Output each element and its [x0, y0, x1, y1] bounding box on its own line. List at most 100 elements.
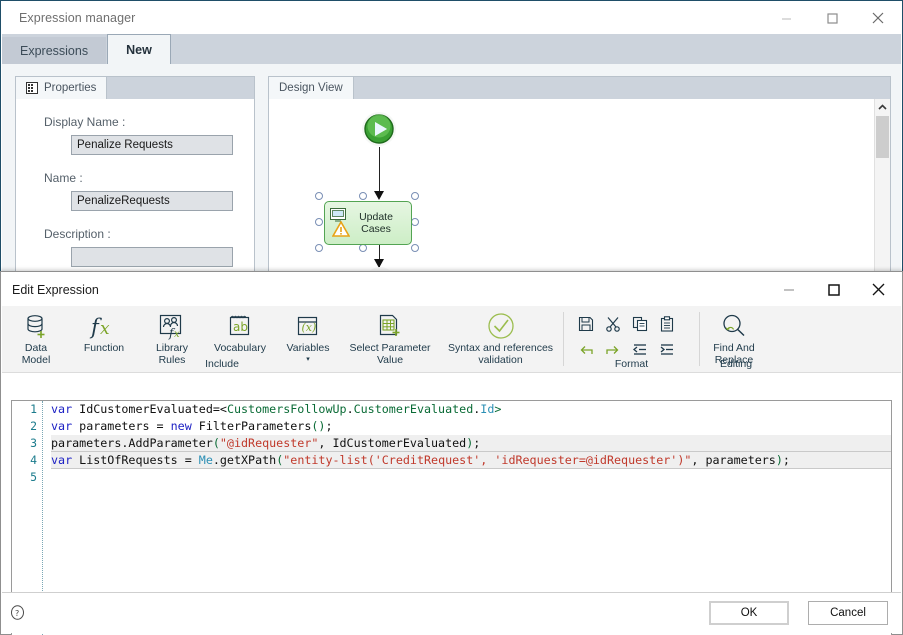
workflow-node-update-cases[interactable]: Update Cases: [324, 201, 412, 245]
ok-button[interactable]: OK: [709, 601, 789, 625]
code-token: Id: [480, 402, 495, 416]
ribbon-button-function[interactable]: f x Function: [70, 306, 138, 372]
tab-design-view[interactable]: Design View: [269, 77, 354, 99]
undo-icon[interactable]: [578, 342, 594, 358]
handle-ml[interactable]: [315, 218, 323, 226]
code-token: .getXPath: [212, 453, 277, 467]
dialog-window-controls: [766, 273, 901, 306]
chevron-down-icon[interactable]: ▾: [306, 356, 310, 363]
dialog-footer: ? OK Cancel: [2, 592, 901, 633]
ribbon-button-syntax-validation[interactable]: Syntax and references validation: [438, 306, 563, 372]
handle-tr[interactable]: [411, 192, 419, 200]
ribbon-button-select-parameter-value[interactable]: Select Parameter Value: [342, 306, 438, 372]
code-token: )": [677, 453, 692, 467]
help-question-icon[interactable]: ?: [10, 605, 25, 625]
code-token: var: [51, 453, 80, 467]
handle-mr[interactable]: [411, 218, 419, 226]
code-token: parameters =: [79, 419, 171, 433]
code-token: 'idRequester=@idRequester': [494, 453, 678, 467]
ribbon-group-include: Data Model f x Function f x Library Rule…: [2, 306, 438, 372]
warning-triangle-icon: [332, 221, 350, 237]
code-token: "@idRequester": [219, 436, 319, 450]
paste-icon[interactable]: [659, 316, 675, 332]
properties-grid-icon: [26, 82, 38, 94]
find-replace-magnifier-icon: [720, 312, 748, 340]
tab-new[interactable]: New: [107, 34, 171, 64]
tab-new-label: New: [126, 42, 152, 57]
dialog-maximize-icon[interactable]: [811, 273, 856, 306]
variables-x-icon: (x): [294, 312, 322, 340]
scrollbar-thumb[interactable]: [876, 116, 889, 158]
save-icon[interactable]: [578, 316, 594, 332]
name-input[interactable]: PenalizeRequests: [71, 191, 233, 211]
node-label: Update Cases: [359, 211, 393, 235]
cut-scissors-icon[interactable]: [605, 316, 621, 332]
ribbon-button-data-model[interactable]: Data Model: [2, 306, 70, 372]
handle-bl[interactable]: [315, 244, 323, 252]
code-token: ): [775, 453, 783, 467]
code-token: (): [311, 419, 326, 433]
code-token: CustomerEvaluated: [353, 402, 474, 416]
design-view-scrollbar[interactable]: [874, 99, 890, 295]
field-display-name: Display Name : Penalize Requests: [16, 115, 254, 155]
code-token: CustomersFollowUp: [226, 402, 347, 416]
handle-bc[interactable]: [359, 244, 367, 252]
handle-tc[interactable]: [359, 192, 367, 200]
dialog-title: Edit Expression: [12, 282, 99, 297]
description-input[interactable]: [71, 247, 233, 267]
indent-icon[interactable]: [659, 342, 675, 358]
ribbon-label-data-model-1: Data: [24, 342, 48, 354]
minimize-icon[interactable]: [763, 2, 809, 34]
workflow-canvas[interactable]: Update Cases: [269, 99, 890, 295]
window-title: Expression manager: [19, 11, 136, 25]
ribbon-label-select-parameter-2: Value: [376, 353, 404, 366]
line-number: 4: [30, 453, 37, 467]
line-number: 2: [30, 419, 37, 433]
dialog-close-icon[interactable]: [856, 273, 901, 306]
chevron-up-icon[interactable]: [875, 99, 890, 115]
screen-icon: [330, 208, 346, 222]
node-label-line1: Update: [359, 211, 393, 223]
display-name-input[interactable]: Penalize Requests: [71, 135, 233, 155]
code-line: var parameters = new FilterParameters();: [51, 418, 891, 435]
line-number: 5: [30, 470, 37, 484]
code-line: var IdCustomerEvaluated=<CustomersFollow…: [51, 401, 891, 418]
dialog-minimize-icon[interactable]: [766, 273, 811, 306]
code-token: parameters.AddParameter: [51, 436, 213, 450]
code-token: , parameters: [691, 453, 776, 467]
tab-properties[interactable]: Properties: [16, 77, 108, 99]
redo-icon[interactable]: [605, 342, 621, 358]
ribbon-label-vocabulary: Vocabulary: [214, 342, 266, 354]
tab-properties-label: Properties: [44, 82, 97, 94]
line-number: 1: [30, 402, 37, 416]
green-play-icon[interactable]: [361, 111, 397, 147]
expression-ribbon: Data Model f x Function f x Library Rule…: [2, 306, 901, 373]
edit-expression-dialog: Edit Expression Data Model f x Function …: [0, 271, 903, 635]
svg-text:(x): (x): [302, 321, 317, 334]
code-token: FilterParameters: [198, 419, 312, 433]
code-token: ;: [782, 453, 790, 467]
ribbon-label-syntax-2: validation: [478, 353, 523, 366]
handle-tl[interactable]: [315, 192, 323, 200]
code-token: ,: [480, 453, 495, 467]
svg-text:x: x: [174, 329, 180, 340]
name-label: Name :: [44, 171, 83, 185]
code-token: var: [51, 402, 80, 416]
ribbon-label-data-model-2: Model: [21, 353, 51, 366]
maximize-icon[interactable]: [809, 2, 855, 34]
window-controls: [763, 2, 901, 34]
code-token: Me: [198, 453, 213, 467]
ribbon-button-variables[interactable]: (x) Variables ▾: [274, 306, 342, 372]
copy-icon[interactable]: [632, 316, 648, 332]
cancel-button[interactable]: Cancel: [808, 601, 888, 625]
code-token: ListOfRequests =: [79, 453, 199, 467]
display-name-label: Display Name :: [44, 115, 126, 129]
handle-br[interactable]: [411, 244, 419, 252]
tab-expressions[interactable]: Expressions: [2, 37, 107, 64]
ribbon-label-select-parameter-1: Select Parameter: [349, 342, 431, 354]
close-icon[interactable]: [855, 2, 901, 34]
outdent-icon[interactable]: [632, 342, 648, 358]
properties-panel: Properties Display Name : Penalize Reque…: [15, 76, 255, 311]
ribbon-group-label-editing: Editing: [719, 358, 753, 370]
